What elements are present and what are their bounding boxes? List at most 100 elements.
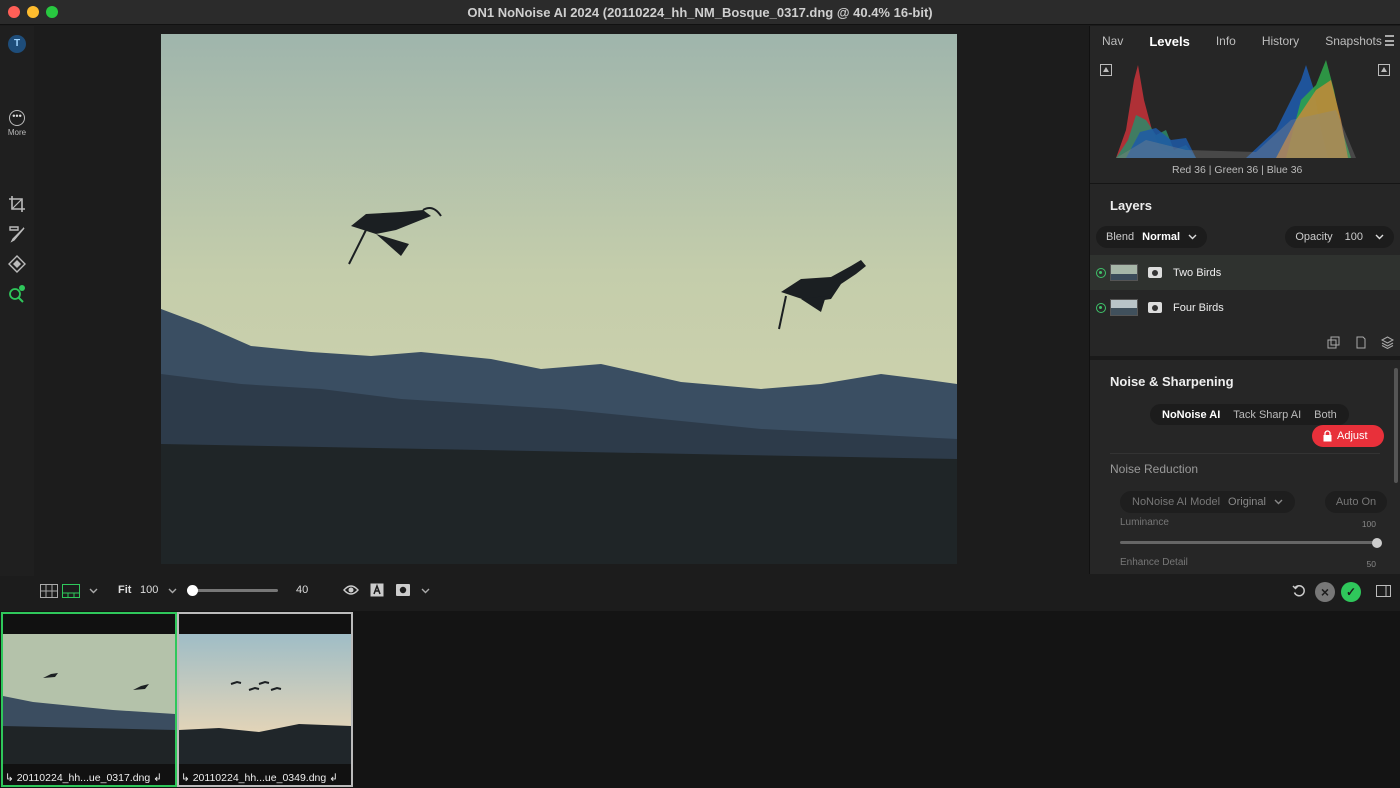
- opacity-select[interactable]: Opacity 100: [1285, 226, 1394, 248]
- image-canvas[interactable]: [34, 26, 1088, 576]
- luminance-value: 100: [1361, 519, 1376, 529]
- mask-view-icon[interactable]: [396, 584, 410, 596]
- layer-row[interactable]: Two Birds: [1090, 255, 1400, 290]
- window-controls: [8, 6, 58, 18]
- apply-button[interactable]: ✓: [1341, 582, 1361, 602]
- brush-tool-icon[interactable]: [7, 224, 27, 244]
- noise-title: Noise & Sharpening: [1110, 374, 1234, 389]
- more-label: More: [7, 128, 27, 137]
- filmstrip: ↳ 20110224_hh...ue_0317.dng ↲ ↳ 20110224…: [0, 611, 1400, 788]
- more-button[interactable]: ••• More: [7, 110, 27, 142]
- film-item[interactable]: ↳ 20110224_hh...ue_0317.dng ↲: [1, 612, 177, 787]
- crop-tool-icon[interactable]: [7, 194, 27, 214]
- zoom-value[interactable]: 100: [140, 584, 158, 596]
- new-layer-icon[interactable]: [1354, 336, 1367, 349]
- model-label: NoNoise AI Model: [1132, 496, 1221, 508]
- retouch-tool-icon[interactable]: [7, 254, 27, 274]
- film-thumbnail-image: [3, 634, 175, 764]
- mode-nonoise-ai[interactable]: NoNoise AI: [1162, 409, 1220, 421]
- tab-nav[interactable]: Nav: [1102, 34, 1123, 48]
- histogram-graph: [1116, 60, 1356, 158]
- reset-icon[interactable]: [1292, 584, 1306, 598]
- film-thumbnail-image: [179, 634, 351, 764]
- adjust-button[interactable]: Adjust: [1312, 425, 1384, 447]
- mode-tack-sharp-ai[interactable]: Tack Sharp AI: [1233, 409, 1301, 421]
- duplicate-layer-icon[interactable]: [1327, 336, 1340, 349]
- chevron-down-icon: [1274, 499, 1283, 505]
- luminance-slider[interactable]: [1120, 537, 1382, 548]
- layer-name: Two Birds: [1173, 266, 1222, 279]
- layer-tools: [1327, 336, 1394, 349]
- fit-button[interactable]: Fit: [118, 584, 131, 596]
- histogram: Red 36 | Green 36 | Blue 36: [1090, 56, 1400, 184]
- zoom-slider-thumb[interactable]: [187, 585, 198, 596]
- tab-levels[interactable]: Levels: [1149, 34, 1189, 49]
- zoom-slider[interactable]: [187, 585, 278, 596]
- layers-title: Layers: [1110, 198, 1152, 213]
- preview-eye-icon[interactable]: [343, 584, 359, 596]
- chevron-down-icon[interactable]: [421, 588, 430, 594]
- layer-mask-icon[interactable]: [1148, 267, 1162, 278]
- opacity-label: Opacity: [1295, 231, 1333, 243]
- right-panel: Nav Levels Info History Snapshots Red 36…: [1089, 26, 1400, 574]
- ai-model-select[interactable]: NoNoise AI Model Original: [1120, 491, 1295, 513]
- enhance-detail-label: Enhance Detail: [1120, 557, 1188, 568]
- histogram-readout: Red 36 | Green 36 | Blue 36: [1172, 164, 1303, 176]
- filmstrip-view-icon[interactable]: [62, 584, 80, 598]
- tab-info[interactable]: Info: [1216, 34, 1236, 48]
- compare-icon[interactable]: [370, 583, 384, 597]
- close-window-button[interactable]: [8, 6, 20, 18]
- app-logo-icon: T: [8, 35, 26, 53]
- panel-menu-icon[interactable]: [1385, 35, 1394, 46]
- layer-mask-icon[interactable]: [1148, 302, 1162, 313]
- chevron-down-icon: [1188, 234, 1197, 240]
- tab-snapshots[interactable]: Snapshots: [1325, 34, 1382, 48]
- layer-thumbnail: [1110, 299, 1138, 316]
- chevron-down-icon: [1375, 234, 1384, 240]
- noise-tool-icon[interactable]: [7, 284, 27, 304]
- layer-row[interactable]: Four Birds: [1090, 290, 1400, 325]
- panel-tabs: Nav Levels Info History Snapshots: [1090, 26, 1400, 56]
- noise-reduction-title: Noise Reduction: [1110, 462, 1199, 476]
- opacity-value: 100: [1344, 231, 1363, 243]
- window-title: ON1 NoNoise AI 2024 (20110224_hh_NM_Bosq…: [467, 4, 933, 20]
- highlight-clipping-icon[interactable]: [1378, 64, 1390, 76]
- blend-mode-select[interactable]: Blend Normal: [1096, 226, 1208, 248]
- noise-mode-selector: NoNoise AI Tack Sharp AI Both: [1150, 404, 1349, 425]
- chevron-down-icon[interactable]: [168, 588, 177, 594]
- mode-both[interactable]: Both: [1314, 409, 1337, 421]
- tab-history[interactable]: History: [1262, 34, 1299, 48]
- enhance-detail-value: 50: [1366, 559, 1376, 569]
- minimize-window-button[interactable]: [27, 6, 39, 18]
- luminance-label: Luminance: [1120, 517, 1169, 528]
- layer-name: Four Birds: [1173, 301, 1224, 314]
- visibility-icon[interactable]: [1096, 267, 1106, 278]
- noise-sharpening-section: Noise & Sharpening NoNoise AI Tack Sharp…: [1090, 360, 1400, 580]
- film-thumbnail: [3, 634, 175, 764]
- film-thumbnail: [179, 634, 351, 764]
- zoom-window-button[interactable]: [46, 6, 58, 18]
- layers-section: Layers Blend Normal Opacity 100 Two Bird…: [1090, 184, 1400, 360]
- model-value: Original: [1228, 496, 1266, 508]
- title-bar: ON1 NoNoise AI 2024 (20110224_hh_NM_Bosq…: [0, 0, 1400, 25]
- panel-scrollbar[interactable]: [1394, 368, 1398, 483]
- toggle-panel-icon[interactable]: [1376, 585, 1391, 597]
- film-item[interactable]: ↳ 20110224_hh...ue_0349.dng ↲: [177, 612, 353, 787]
- chevron-down-icon[interactable]: [89, 588, 98, 594]
- main-photo[interactable]: [161, 34, 957, 564]
- blend-value: Normal: [1142, 231, 1181, 243]
- auto-on-button[interactable]: Auto On: [1325, 491, 1387, 513]
- photo-cranes-image: [161, 34, 957, 564]
- slider-value: 40: [296, 584, 309, 596]
- adjust-label: Adjust: [1337, 430, 1368, 442]
- lock-icon: [1323, 430, 1332, 442]
- cancel-button[interactable]: ×: [1315, 582, 1335, 602]
- visibility-icon[interactable]: [1096, 302, 1106, 313]
- film-filename: ↳ 20110224_hh...ue_0317.dng ↲: [5, 772, 162, 784]
- luminance-slider-thumb[interactable]: [1372, 537, 1382, 548]
- shadow-clipping-icon[interactable]: [1100, 64, 1112, 76]
- layers-stack-icon[interactable]: [1381, 336, 1394, 349]
- grid-view-icon[interactable]: [40, 584, 58, 598]
- divider: [1110, 453, 1380, 454]
- more-icon: •••: [9, 110, 25, 126]
